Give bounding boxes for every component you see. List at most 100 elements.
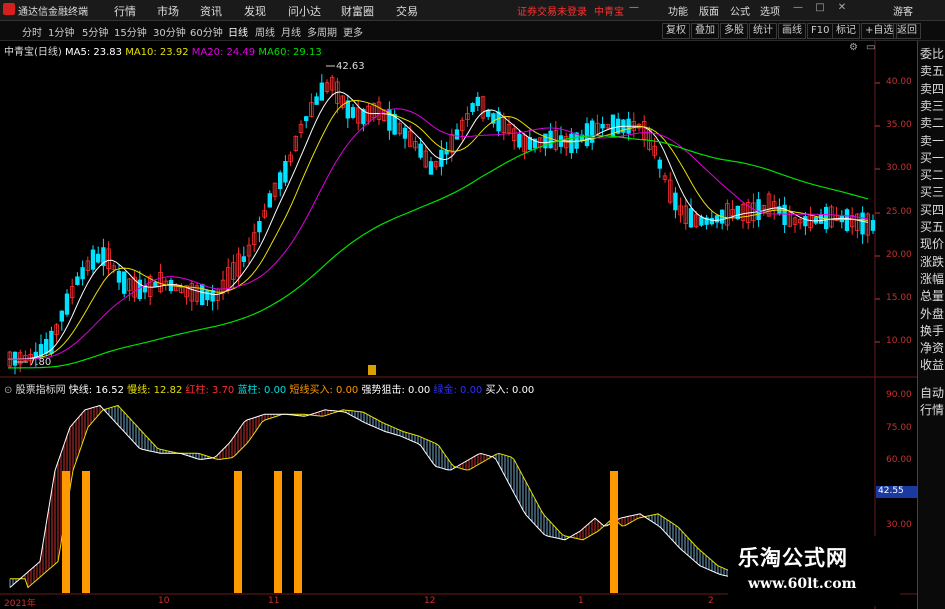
candle-body [199, 284, 205, 306]
quote-side-panel: 委比卖五卖四卖三卖二卖一买一买二买三买四买五现价涨跌涨幅总量外盘换手净资收益自动… [917, 41, 945, 609]
candle-body [688, 208, 694, 228]
side-panel-auto-item[interactable]: 行情 [920, 403, 945, 418]
price-tick: 40.00 [886, 77, 912, 87]
adjust-button[interactable]: 复权 [662, 23, 690, 39]
menu-quotes[interactable]: 行情 [114, 3, 136, 19]
candle-body [345, 100, 350, 119]
period-more[interactable]: 更多 [343, 24, 363, 39]
menu-assistant[interactable]: 问小达 [288, 3, 321, 19]
menu-options[interactable]: 选项 [760, 3, 780, 18]
period-60min[interactable]: 60分钟 [190, 24, 223, 39]
candle-body [283, 161, 288, 183]
period-tick[interactable]: 分时 [22, 24, 42, 39]
side-panel-item[interactable]: 买三 [920, 185, 945, 200]
side-panel-item[interactable]: 卖四 [920, 82, 945, 97]
period-weekly[interactable]: 周线 [255, 24, 275, 39]
candle-body [657, 159, 662, 169]
side-panel-item[interactable]: 卖三 [920, 99, 945, 114]
high-price-label: 42.63 [336, 61, 365, 72]
x-tick: 1 [578, 596, 584, 606]
login-warning[interactable]: 证券交易未登录 [517, 3, 587, 18]
candle-body [257, 221, 262, 233]
multi-stock-button[interactable]: 多股 [720, 23, 748, 39]
candle-body [470, 103, 475, 112]
ma20-line [7, 108, 869, 360]
window-minimize-icon[interactable]: — [792, 2, 804, 16]
window-close-icon[interactable]: ✕ [836, 2, 848, 16]
side-panel-item[interactable]: 买四 [920, 203, 945, 218]
minimize-icon[interactable]: — [628, 2, 640, 16]
candle-body [496, 111, 501, 132]
price-tick: 30.00 [886, 163, 912, 173]
menu-discover[interactable]: 发现 [244, 3, 266, 19]
menu-market[interactable]: 市场 [157, 3, 179, 19]
stats-button[interactable]: 统计 [749, 23, 777, 39]
menu-layout[interactable]: 版面 [699, 3, 719, 18]
app-name: 通达信金融终端 [18, 7, 88, 18]
period-30min[interactable]: 30分钟 [153, 24, 186, 39]
candle-body [96, 253, 101, 263]
period-1min[interactable]: 1分钟 [48, 24, 74, 39]
candle-body [839, 215, 844, 223]
side-panel-item[interactable]: 委比 [920, 47, 945, 62]
side-panel-item[interactable]: 卖一 [920, 134, 945, 149]
side-panel-item[interactable]: 换手 [920, 324, 945, 339]
signal-bar [610, 471, 618, 593]
period-multi[interactable]: 多周期 [307, 24, 337, 39]
price-tick: 20.00 [886, 250, 912, 260]
period-15min[interactable]: 15分钟 [114, 24, 147, 39]
side-panel-auto-item[interactable]: 自动 [920, 386, 945, 401]
menu-function[interactable]: 功能 [668, 3, 688, 18]
menu-news[interactable]: 资讯 [200, 3, 222, 19]
x-tick: 2021年 [4, 599, 36, 609]
indicator-tick: 75.00 [886, 423, 912, 433]
chart-canvas[interactable]: 42.63 7.80 [0, 41, 917, 609]
signal-bar [234, 471, 242, 593]
period-monthly[interactable]: 月线 [281, 24, 301, 39]
candle-body [33, 351, 38, 358]
menu-formula[interactable]: 公式 [730, 3, 750, 18]
guest-user[interactable]: 游客 [893, 3, 913, 18]
price-tick: 25.00 [886, 207, 912, 217]
period-daily[interactable]: 日线 [228, 24, 248, 39]
mark-button[interactable]: 标记 [832, 23, 860, 39]
overlay-button[interactable]: 叠加 [691, 23, 719, 39]
candle-body [673, 192, 678, 211]
side-panel-item[interactable]: 涨跌 [920, 255, 945, 270]
indicator-current-value: 42.55 [876, 486, 918, 498]
add-watchlist-button[interactable]: +自选 [861, 23, 898, 39]
candle-body [475, 96, 480, 106]
candle-body [699, 216, 704, 226]
side-panel-item[interactable]: 收益 [920, 358, 945, 373]
candle-body [600, 123, 605, 129]
side-panel-item[interactable]: 总量 [920, 289, 945, 304]
menu-trade[interactable]: 交易 [396, 3, 418, 19]
back-button[interactable]: 返回 [893, 23, 921, 39]
period-5min[interactable]: 5分钟 [82, 24, 108, 39]
price-tick: 35.00 [886, 120, 912, 130]
window-restore-icon[interactable]: □ [814, 2, 826, 16]
candle-body [844, 209, 850, 231]
side-panel-item[interactable]: 买一 [920, 151, 945, 166]
candle-body [428, 161, 434, 175]
side-panel-item[interactable]: 外盘 [920, 307, 945, 322]
candle-body [44, 338, 49, 354]
side-panel-item[interactable]: 现价 [920, 237, 945, 252]
candle-body [241, 256, 246, 262]
side-panel-item[interactable]: 净资 [920, 341, 945, 356]
side-panel-item[interactable]: 涨幅 [920, 272, 945, 287]
menu-wealth[interactable]: 财富圈 [341, 3, 374, 19]
candle-body [782, 204, 787, 226]
side-panel-item[interactable]: 卖五 [920, 64, 945, 79]
price-tick: 15.00 [886, 293, 912, 303]
side-panel-item[interactable]: 买二 [920, 168, 945, 183]
indicator-tick: 90.00 [886, 390, 912, 400]
side-panel-item[interactable]: 卖二 [920, 116, 945, 131]
candle-body [59, 310, 64, 322]
side-panel-item[interactable]: 买五 [920, 220, 945, 235]
draw-line-button[interactable]: 画线 [778, 23, 806, 39]
signal-bar [294, 471, 302, 593]
x-tick: 11 [268, 596, 280, 606]
signal-bar [82, 471, 90, 593]
f10-button[interactable]: F10 [807, 23, 834, 39]
